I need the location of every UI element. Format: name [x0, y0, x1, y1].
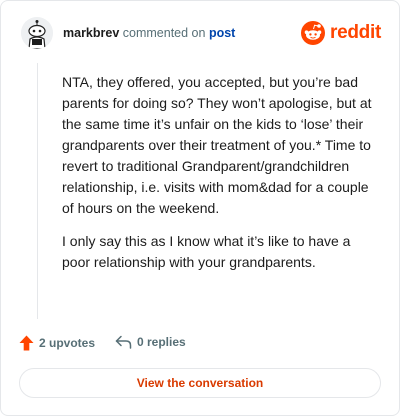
comment-paragraph: I only say this as I know what it’s like…: [62, 233, 351, 270]
view-conversation-label: View the conversation: [136, 376, 264, 390]
upvotes-button[interactable]: 2 upvotes: [19, 335, 95, 351]
reddit-logo-text: reddit: [330, 22, 381, 43]
upvotes-count: 2 upvotes: [39, 336, 96, 350]
post-link[interactable]: post: [209, 26, 235, 40]
reddit-logo-icon: [301, 21, 326, 45]
reply-icon: [115, 335, 132, 349]
embedded-comment-card: markbrev commented on post reddit NTA, t…: [0, 0, 400, 416]
replies-button[interactable]: 0 replies: [115, 335, 186, 349]
avatar[interactable]: [21, 17, 53, 49]
view-conversation-button[interactable]: View the conversation: [19, 368, 381, 398]
commented-on-text: commented on: [122, 26, 206, 40]
comment-header: markbrev commented on post reddit: [21, 17, 381, 49]
username-link[interactable]: markbrev: [63, 26, 119, 40]
comment-body: NTA, they offered, you accepted, but you…: [62, 72, 380, 285]
thread-line: [37, 63, 38, 319]
byline: markbrev commented on post: [63, 26, 235, 40]
comment-actions: 2 upvotes 0 replies: [19, 335, 379, 353]
reddit-logo[interactable]: reddit: [301, 19, 381, 47]
replies-count: 0 replies: [137, 335, 186, 349]
comment-paragraph: NTA, they offered, you accepted, but you…: [62, 74, 372, 216]
upvote-arrow-icon: [19, 335, 34, 351]
